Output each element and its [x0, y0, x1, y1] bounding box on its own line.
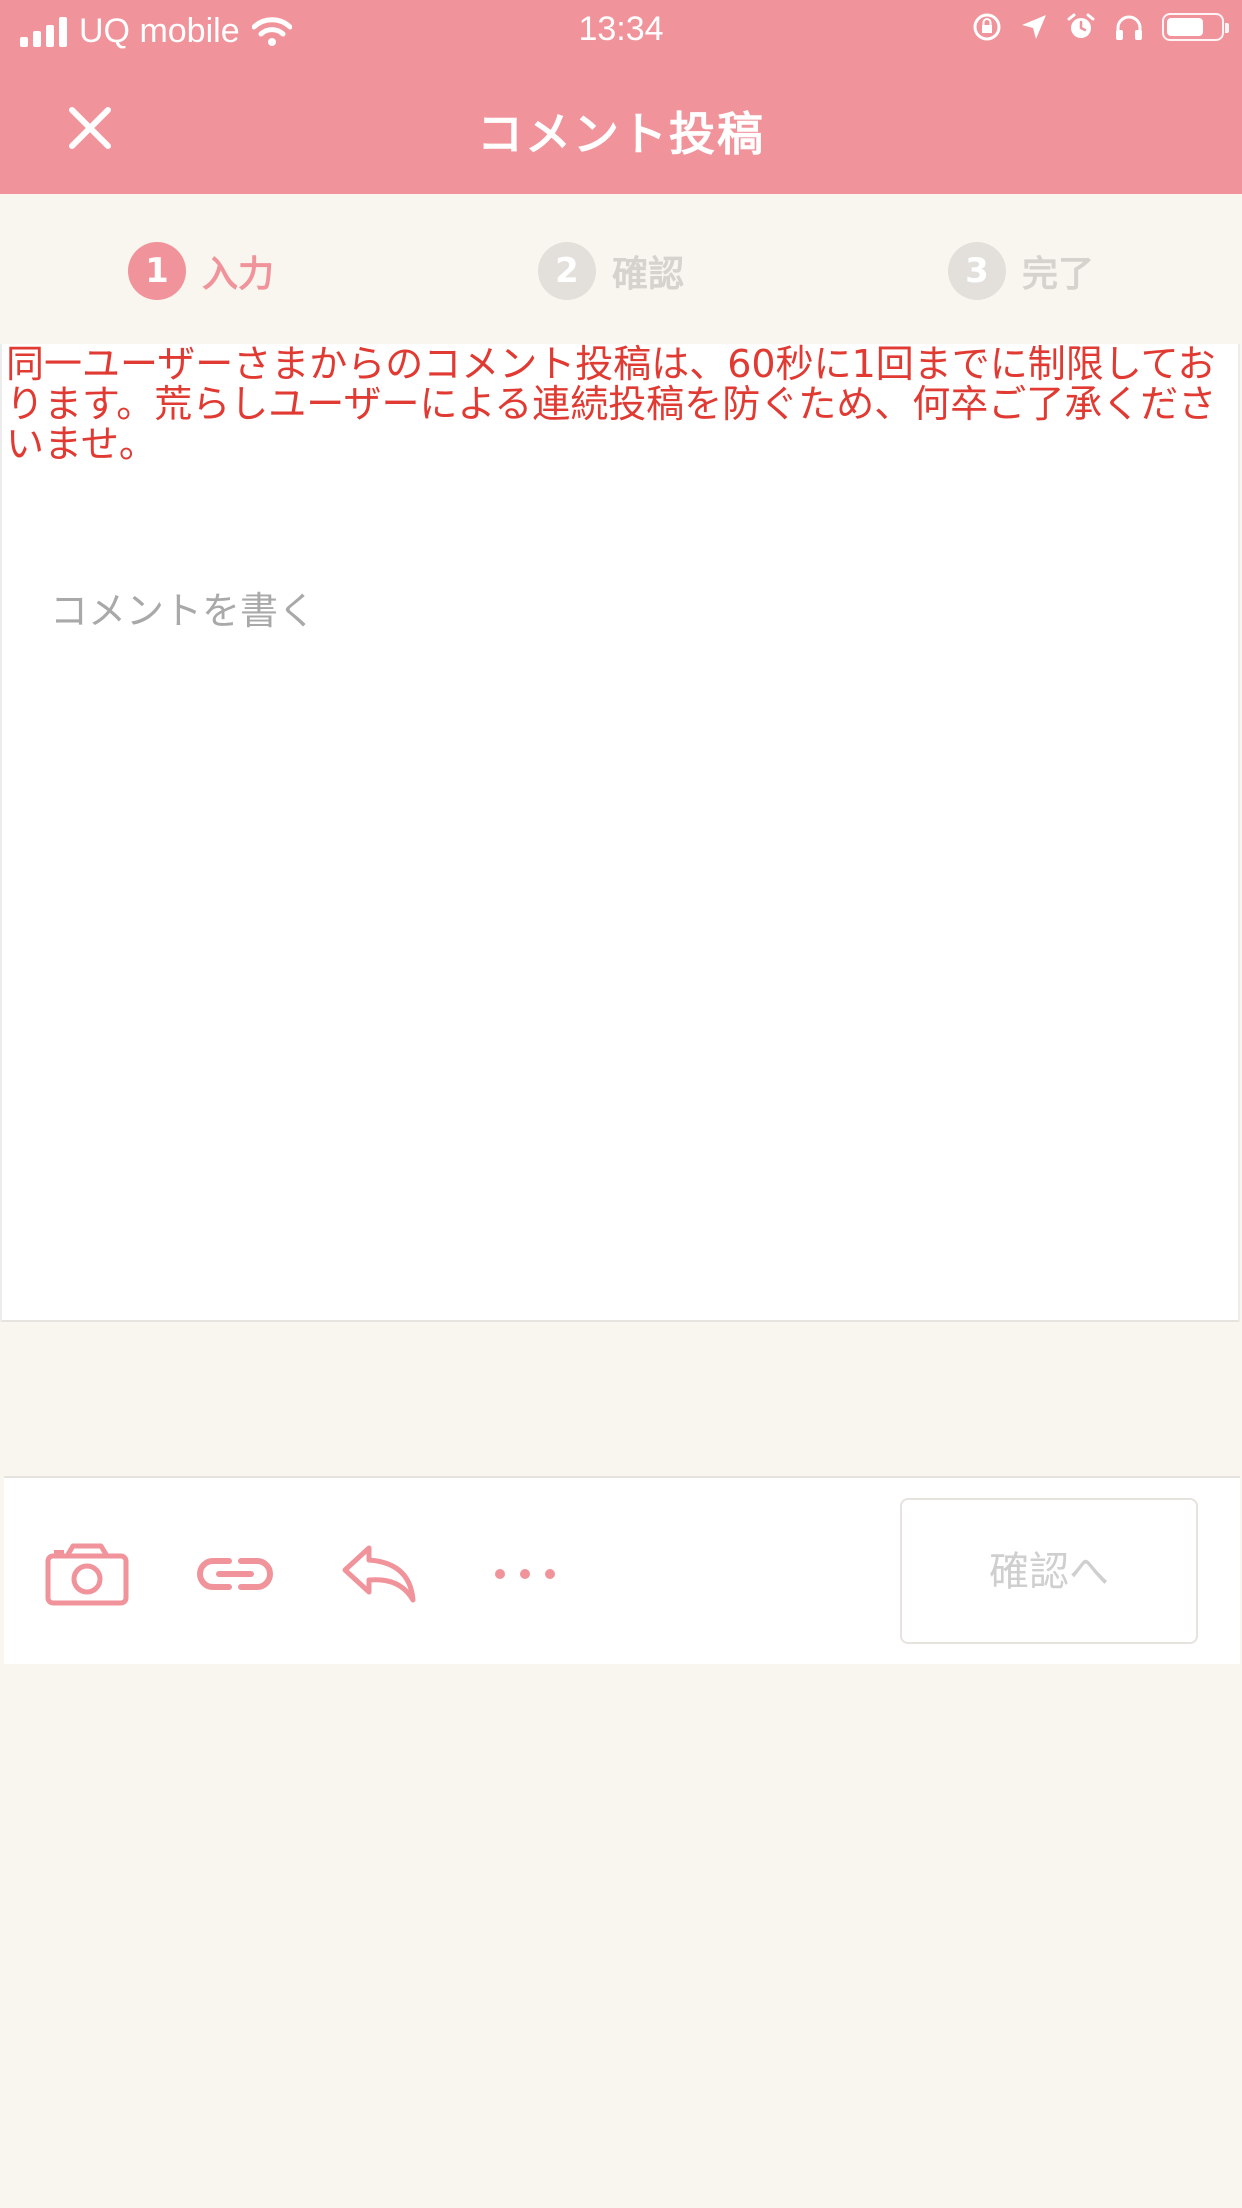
reply-button[interactable]	[334, 1536, 424, 1612]
step-number: 1	[128, 242, 186, 300]
alarm-icon	[1067, 13, 1095, 38]
link-icon	[197, 1558, 273, 1590]
step-label: 確認	[612, 254, 685, 295]
navigation-bar: コメント投稿	[0, 62, 1242, 194]
rate-limit-notice: 同一ユーザーさまからのコメント投稿は、60秒に1回までに制限しております。荒らし…	[6, 342, 1217, 466]
headphones-icon	[1116, 15, 1142, 40]
app-header: UQ mobile 13:34 コメント投稿	[0, 0, 1242, 194]
reply-icon	[342, 1545, 416, 1603]
battery-icon	[1162, 13, 1229, 41]
location-icon	[1022, 15, 1046, 39]
step-complete: 3 完了	[948, 242, 1094, 300]
rotation-lock-icon	[973, 13, 1001, 41]
more-button[interactable]	[480, 1536, 570, 1612]
status-bar: UQ mobile 13:34	[0, 0, 1242, 62]
link-button[interactable]	[190, 1536, 280, 1612]
step-label: 完了	[1022, 254, 1095, 295]
comment-form: 同一ユーザーさまからのコメント投稿は、60秒に1回までに制限しております。荒らし…	[2, 342, 1240, 1664]
comment-toolbar: 確認へ	[4, 1476, 1240, 1664]
confirm-button[interactable]: 確認へ	[900, 1498, 1198, 1644]
step-number: 2	[538, 242, 596, 300]
step-number: 3	[948, 242, 1006, 300]
comment-input[interactable]	[50, 580, 1190, 1080]
more-icon	[495, 1569, 555, 1579]
panel-border	[1238, 344, 1240, 1322]
page-title: コメント投稿	[477, 107, 765, 161]
camera-button[interactable]	[42, 1536, 132, 1612]
step-indicator: 1 入力 2 確認 3 完了	[0, 194, 1242, 344]
step-input: 1 入力	[128, 242, 274, 300]
step-label: 入力	[202, 254, 275, 295]
step-confirm: 2 確認	[538, 242, 684, 300]
camera-icon	[45, 1543, 129, 1606]
